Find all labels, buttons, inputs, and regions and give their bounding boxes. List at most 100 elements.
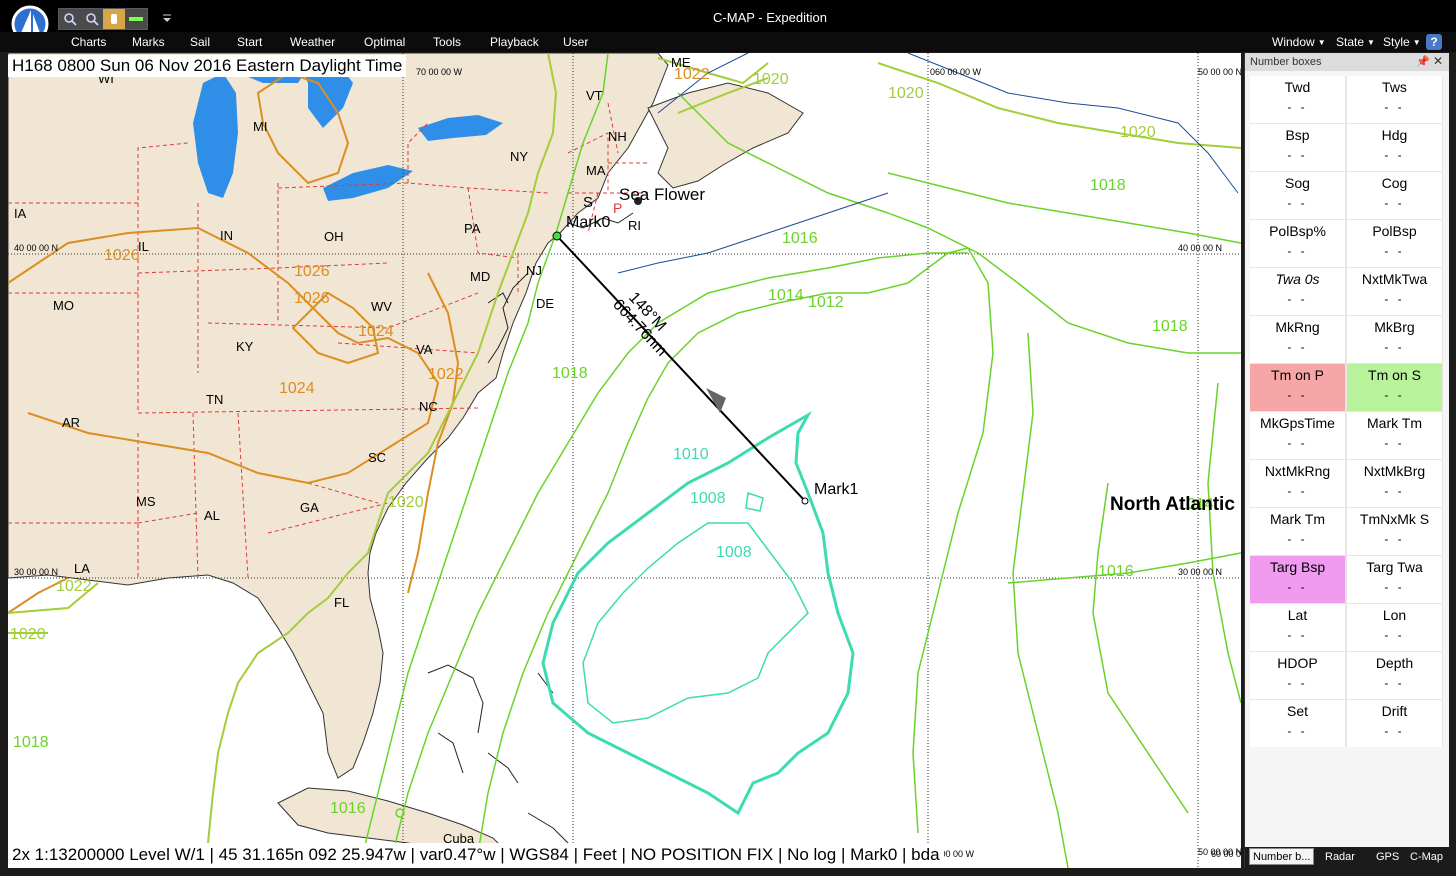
help-button[interactable]: ? bbox=[1426, 34, 1442, 50]
number-box-label: PolBsp% bbox=[1269, 223, 1326, 239]
number-box-mkbrg[interactable]: MkBrg - - bbox=[1347, 316, 1442, 363]
menu-window[interactable]: Window ▼ bbox=[1272, 35, 1326, 49]
mark1-label[interactable]: Mark1 bbox=[814, 481, 859, 498]
state-label: MI bbox=[253, 119, 267, 134]
state-label: PA bbox=[464, 221, 481, 236]
state-label: GA bbox=[300, 500, 319, 515]
lat-label: 30 00 00 N bbox=[14, 567, 58, 577]
number-box-nxtmkbrg[interactable]: NxtMkBrg - - bbox=[1347, 460, 1442, 507]
number-box-bsp[interactable]: Bsp - - bbox=[1250, 124, 1345, 171]
number-box-label: Twa 0s bbox=[1275, 271, 1320, 287]
menu-playback[interactable]: Playback bbox=[490, 35, 539, 49]
number-box-targ-bsp[interactable]: Targ Bsp - - bbox=[1250, 556, 1345, 603]
number-box-nxtmkrng[interactable]: NxtMkRng - - bbox=[1250, 460, 1345, 507]
menu-weather[interactable]: Weather bbox=[290, 35, 335, 49]
number-box-cog[interactable]: Cog - - bbox=[1347, 172, 1442, 219]
menu-charts[interactable]: Charts bbox=[71, 35, 106, 49]
state-label: AR bbox=[62, 415, 80, 430]
isobar-1014 bbox=[477, 292, 829, 854]
state-label: NJ bbox=[526, 263, 542, 278]
number-box-mark-tm-2[interactable]: Mark Tm - - bbox=[1250, 508, 1345, 555]
menu-optimal[interactable]: Optimal bbox=[364, 35, 405, 49]
state-label: VA bbox=[416, 342, 433, 357]
number-box-tm-on-s[interactable]: Tm on S - - bbox=[1347, 364, 1442, 411]
chart-map[interactable]: WI MI IA IL IN OH MO KY AR TN MS AL GA S… bbox=[8, 53, 1241, 868]
number-box-tm-on-p[interactable]: Tm on P - - bbox=[1250, 364, 1345, 411]
number-box-label: MkBrg bbox=[1374, 319, 1415, 335]
number-box-grid: Twd - - Tws - - Bsp - - Hdg - - Sog - - Cog - … bbox=[1250, 76, 1443, 747]
number-box-value: - - bbox=[1384, 292, 1405, 306]
isobar-label: 1018 bbox=[1090, 177, 1126, 194]
number-box-label: Tm on S bbox=[1368, 367, 1421, 383]
number-box-tmnxmk-s[interactable]: TmNxMk S - - bbox=[1347, 508, 1442, 555]
number-box-hdop[interactable]: HDOP - - bbox=[1250, 652, 1345, 699]
number-box-label: Set bbox=[1286, 703, 1308, 719]
number-box-polbsp[interactable]: PolBsp - - bbox=[1347, 220, 1442, 267]
tab-cmap[interactable]: C-Map bbox=[1410, 851, 1443, 863]
state-label: MS bbox=[136, 494, 156, 509]
number-box-hdg[interactable]: Hdg - - bbox=[1347, 124, 1442, 171]
number-box-label: TmNxMk S bbox=[1359, 511, 1430, 527]
number-box-nxtmktwa[interactable]: NxtMkTwa - - bbox=[1347, 268, 1442, 315]
isobar-label: 1026 bbox=[104, 247, 140, 264]
number-box-value: - - bbox=[1287, 196, 1308, 210]
pin-icon[interactable]: 📌 bbox=[1416, 55, 1430, 68]
number-box-mkrng[interactable]: MkRng - - bbox=[1250, 316, 1345, 363]
number-box-sog[interactable]: Sog - - bbox=[1250, 172, 1345, 219]
state-label: VT bbox=[586, 88, 603, 103]
number-box-lat[interactable]: Lat - - bbox=[1250, 604, 1345, 651]
state-label: LA bbox=[74, 561, 90, 576]
number-box-depth[interactable]: Depth - - bbox=[1347, 652, 1442, 699]
isobar-1016-east bbox=[1012, 332, 1189, 868]
frame-bottom bbox=[0, 868, 1456, 876]
number-box-twa[interactable]: Twa 0s - - bbox=[1250, 268, 1345, 315]
menu-sail[interactable]: Sail bbox=[190, 35, 210, 49]
number-box-polbsp-pct[interactable]: PolBsp% - - bbox=[1250, 220, 1345, 267]
number-box-tws[interactable]: Tws - - bbox=[1347, 76, 1442, 123]
number-box-drift[interactable]: Drift - - bbox=[1347, 700, 1442, 747]
number-box-label: Cog bbox=[1381, 175, 1408, 191]
number-box-mkgpstime[interactable]: MkGpsTime - - bbox=[1250, 412, 1345, 459]
menu-style[interactable]: Style ▼ bbox=[1383, 35, 1421, 49]
route-arrow-icon bbox=[706, 388, 726, 413]
close-icon[interactable]: ✕ bbox=[1433, 54, 1443, 68]
mark0-label[interactable]: Mark0 bbox=[566, 214, 611, 231]
tab-gps[interactable]: GPS bbox=[1376, 851, 1399, 863]
number-box-twd[interactable]: Twd - - bbox=[1250, 76, 1345, 123]
tab-radar[interactable]: Radar bbox=[1325, 851, 1355, 863]
menu-bar: Charts Marks Sail Start Weather Optimal … bbox=[0, 32, 1456, 52]
number-box-value: - - bbox=[1384, 436, 1405, 450]
mark1-point-icon[interactable] bbox=[801, 497, 809, 505]
number-box-mark-tm[interactable]: Mark Tm - - bbox=[1347, 412, 1442, 459]
number-box-lon[interactable]: Lon - - bbox=[1347, 604, 1442, 651]
number-box-value: - - bbox=[1287, 436, 1308, 450]
menu-state[interactable]: State ▼ bbox=[1336, 35, 1375, 49]
isobar-1012 bbox=[828, 247, 994, 834]
menu-tools[interactable]: Tools bbox=[433, 35, 461, 49]
tab-number-boxes[interactable]: Number b... bbox=[1249, 848, 1315, 865]
state-label: NC bbox=[419, 399, 438, 414]
menu-user[interactable]: User bbox=[563, 35, 588, 49]
boat-label[interactable]: Sea Flower bbox=[619, 185, 705, 204]
number-box-targ-twa[interactable]: Targ Twa - - bbox=[1347, 556, 1442, 603]
state-label: AL bbox=[204, 508, 220, 523]
panel-header: Number boxes 📌 ✕ bbox=[1245, 53, 1449, 71]
menu-start[interactable]: Start bbox=[237, 35, 262, 49]
isobar-label: 1010 bbox=[673, 446, 709, 463]
number-box-value: - - bbox=[1384, 100, 1405, 114]
number-box-set[interactable]: Set - - bbox=[1250, 700, 1345, 747]
status-bar: 2x 1:13200000 Level W/1 | 45 31.165n 092… bbox=[8, 843, 944, 867]
number-box-label: Twd bbox=[1284, 79, 1311, 95]
title-bar: C-MAP - Expedition bbox=[0, 0, 1456, 43]
number-box-value: - - bbox=[1384, 580, 1405, 594]
menu-style-label: Style bbox=[1383, 35, 1410, 49]
number-box-value: - - bbox=[1287, 292, 1308, 306]
panel-tabs: Number b... Radar GPS C-Map bbox=[1245, 847, 1449, 868]
mark0-point-icon[interactable] bbox=[552, 231, 562, 241]
state-label: IA bbox=[14, 206, 27, 221]
isobar-1018-east bbox=[1207, 382, 1241, 704]
state-label: OH bbox=[324, 229, 344, 244]
number-box-label: Mark Tm bbox=[1367, 415, 1422, 431]
menu-marks[interactable]: Marks bbox=[132, 35, 165, 49]
number-box-value: - - bbox=[1287, 100, 1308, 114]
